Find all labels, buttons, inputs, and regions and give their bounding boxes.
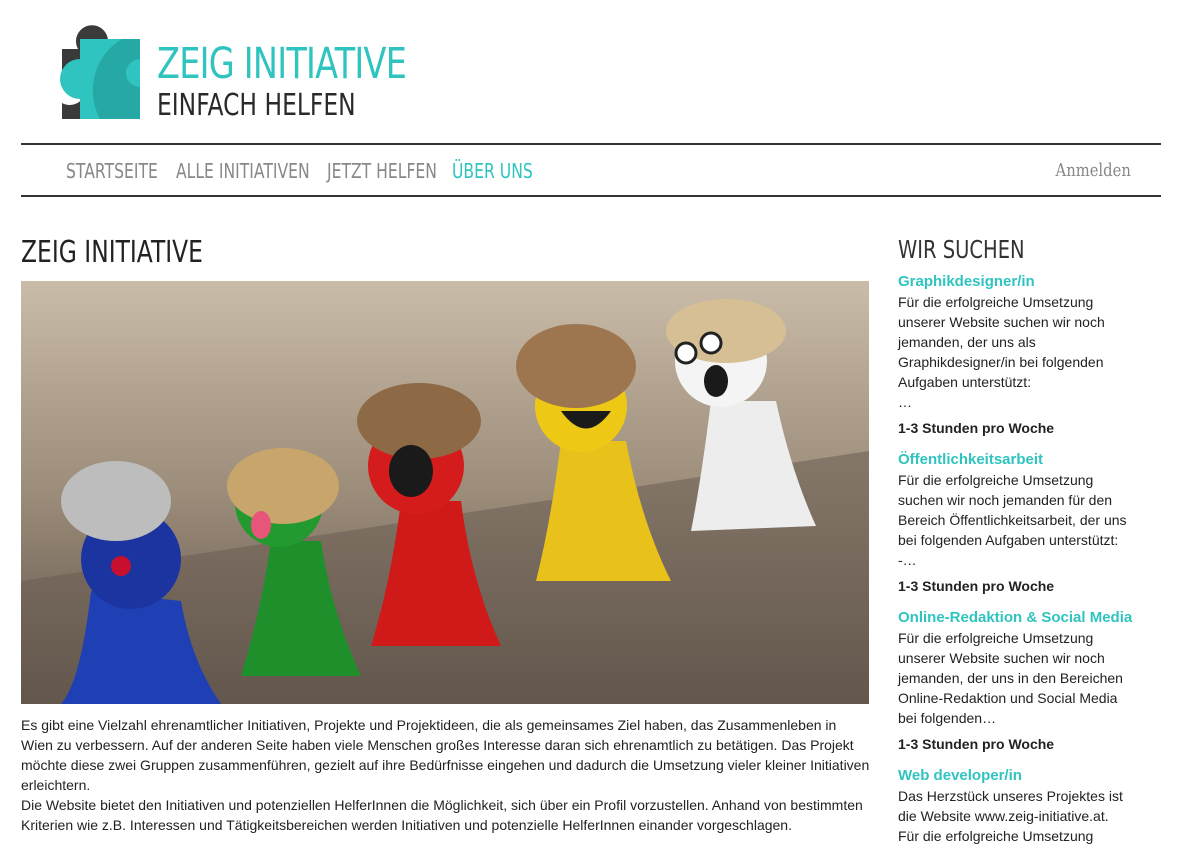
- sidebar-jobs: Graphikdesigner/in Für die erfolgreiche …: [898, 273, 1148, 859]
- job-description: Für die erfolgreiche Umsetzung unserer W…: [898, 630, 1123, 726]
- logo-subtitle: EINFACH HELFEN: [157, 88, 356, 123]
- site-logo[interactable]: ZEIG INITIATIVE EINFACH HELFEN: [22, 9, 422, 124]
- nav-alle-initiativen[interactable]: ALLE INITIATIVEN: [176, 159, 310, 183]
- sidebar-title: WIR SUCHEN: [898, 235, 1025, 264]
- job-description: Für die erfolgreiche Umsetzung suchen wi…: [898, 472, 1127, 568]
- logo-title: ZEIG INITIATIVE: [157, 39, 407, 89]
- intro-paragraph-1: Es gibt eine Vielzahl ehrenamtlicher Ini…: [21, 717, 870, 793]
- nav-startseite[interactable]: STARTSEITE: [66, 159, 158, 183]
- job-title-link[interactable]: Graphikdesigner/in: [898, 273, 1148, 291]
- main-navigation: STARTSEITE ALLE INITIATIVEN JETZT HELFEN…: [21, 143, 1161, 197]
- job-title-link[interactable]: Online-Redaktion & Social Media: [898, 609, 1148, 627]
- nav-jetzt-helfen[interactable]: JETZT HELFEN: [327, 159, 437, 183]
- puzzle-piece-icon: [60, 25, 140, 120]
- job-hours: 1-3 Stunden pro Woche: [898, 578, 1055, 594]
- hero-image: [21, 281, 869, 704]
- nav-ueber-uns[interactable]: ÜBER UNS: [452, 159, 533, 183]
- page-title: ZEIG INITIATIVE: [21, 235, 203, 270]
- job-title-link[interactable]: Web developer/in: [898, 767, 1148, 785]
- job-description: Das Herzstück unseres Projektes ist die …: [898, 788, 1123, 844]
- job-item: Web developer/in Das Herzstück unseres P…: [898, 767, 1148, 846]
- job-item: Graphikdesigner/in Für die erfolgreiche …: [898, 273, 1148, 438]
- job-hours: 1-3 Stunden pro Woche: [898, 736, 1055, 752]
- job-item: Öffentlichkeitsarbeit Für die erfolgreic…: [898, 451, 1148, 596]
- job-description: Für die erfolgreiche Umsetzung unserer W…: [898, 294, 1105, 410]
- intro-text: Es gibt eine Vielzahl ehrenamtlicher Ini…: [21, 715, 871, 835]
- job-item: Online-Redaktion & Social Media Für die …: [898, 609, 1148, 754]
- intro-paragraph-2: Die Website bietet den Initiativen und p…: [21, 797, 863, 833]
- job-title-link[interactable]: Öffentlichkeitsarbeit: [898, 451, 1148, 469]
- login-link[interactable]: Anmelden: [1056, 160, 1131, 181]
- job-hours: 1-3 Stunden pro Woche: [898, 420, 1055, 436]
